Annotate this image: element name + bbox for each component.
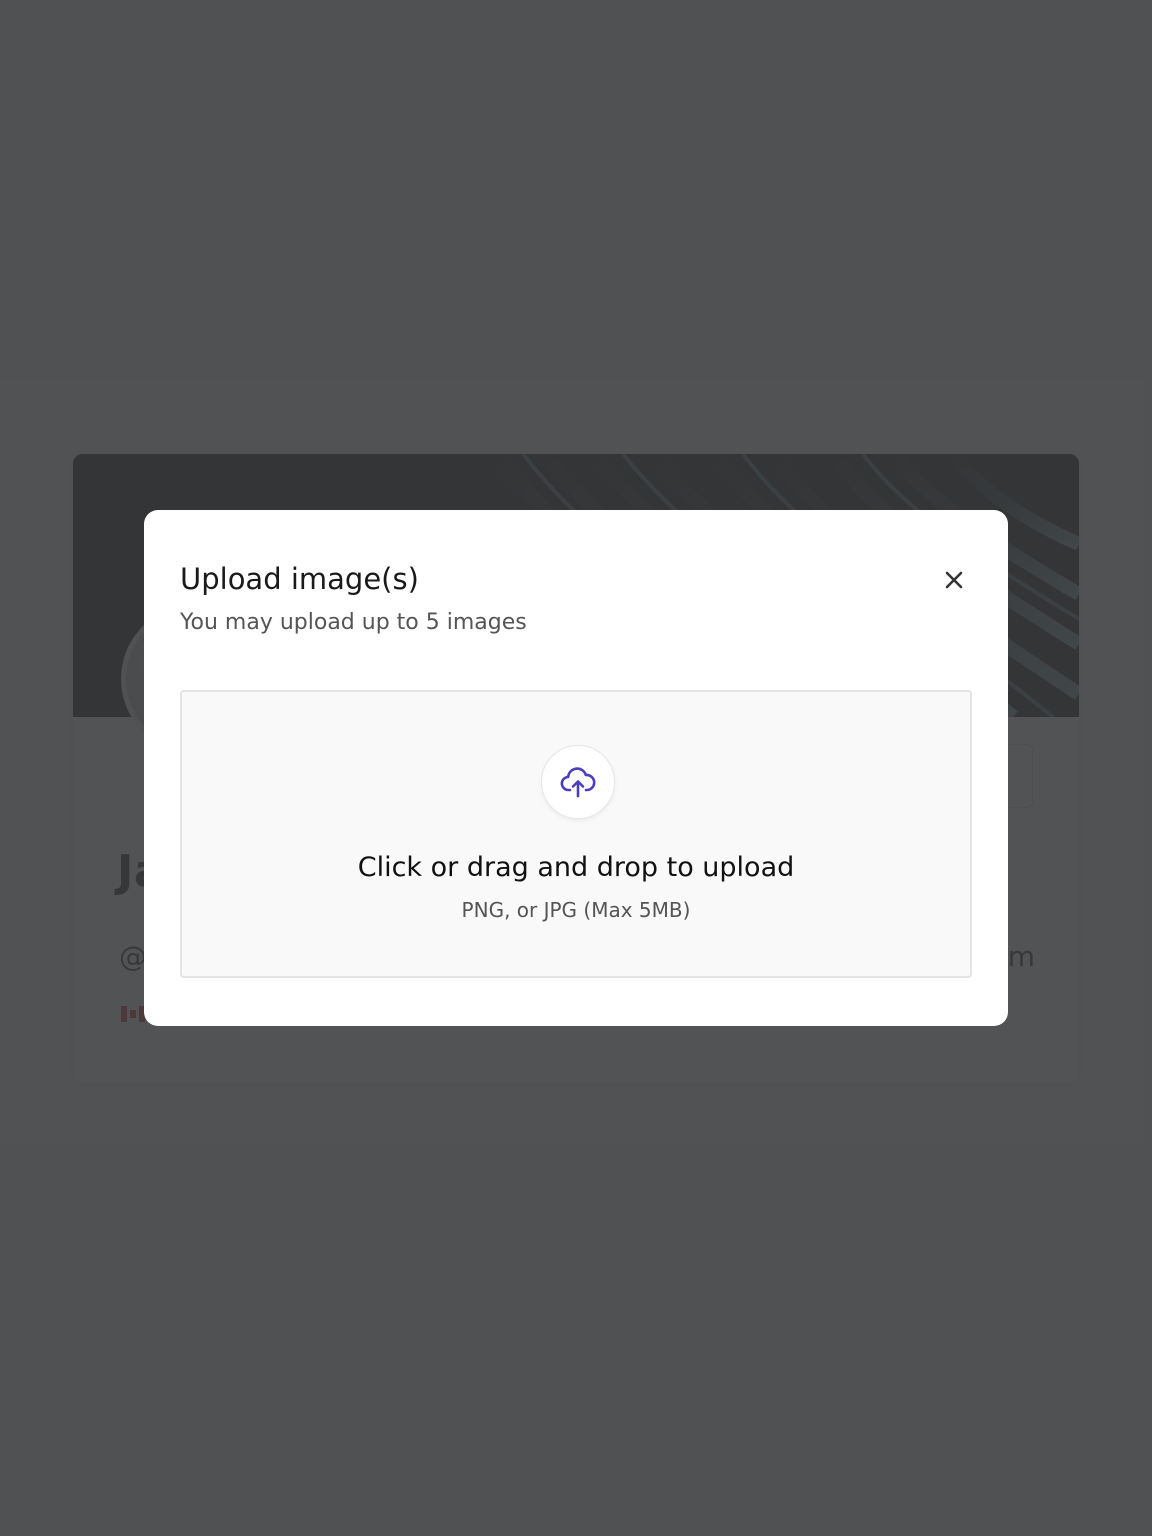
close-button[interactable] [938, 564, 970, 596]
upload-dropzone[interactable]: Click or drag and drop to upload PNG, or… [180, 690, 972, 978]
upload-modal: Upload image(s) You may upload up to 5 i… [144, 510, 1008, 1026]
close-icon [945, 571, 963, 589]
modal-title: Upload image(s) [180, 562, 419, 596]
page: Ja @ m Upload image(s) You may upload up… [0, 0, 1152, 1536]
dropzone-hint: PNG, or JPG (Max 5MB) [461, 898, 691, 922]
dropzone-title: Click or drag and drop to upload [357, 852, 795, 883]
upload-icon-button[interactable] [541, 745, 615, 819]
modal-subtitle: You may upload up to 5 images [180, 610, 527, 635]
cloud-upload-icon [560, 767, 596, 798]
